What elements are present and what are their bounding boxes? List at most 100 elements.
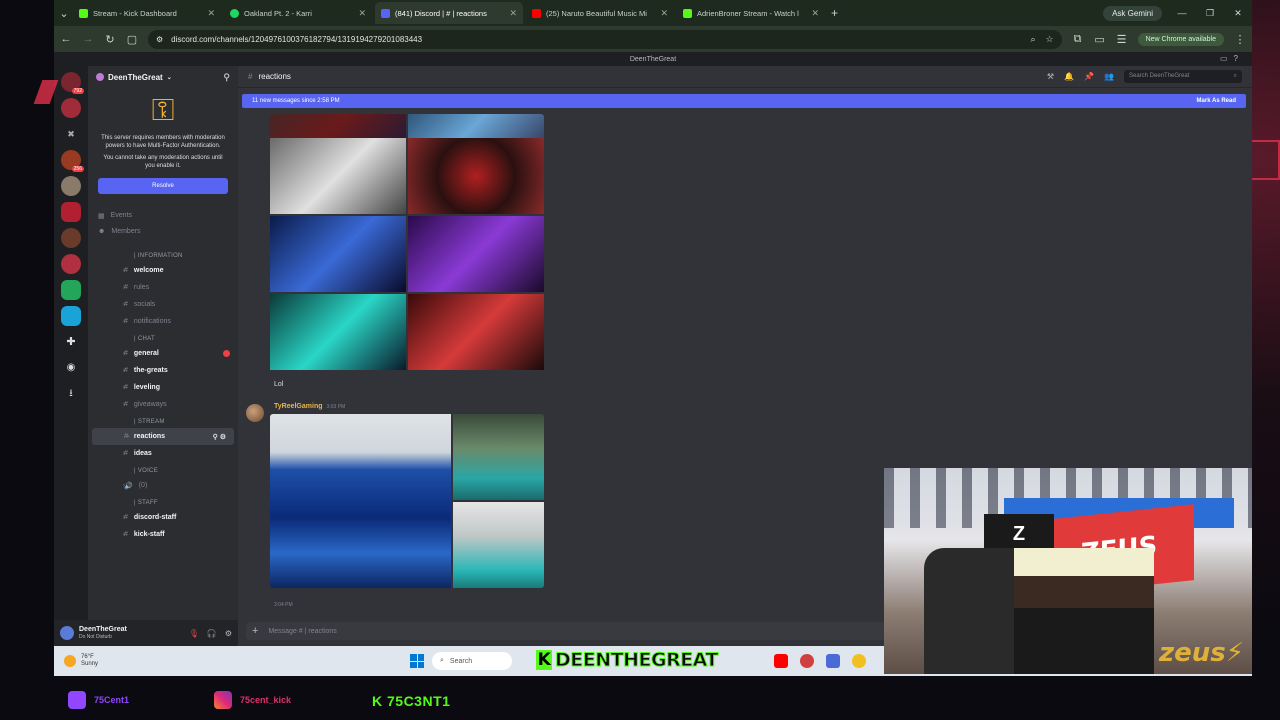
channel-kick-staff[interactable]: › # kick-staff [88,526,238,543]
channel-category[interactable]: | INFORMATION [88,247,238,262]
threads-icon[interactable]: ⚒ [1047,72,1054,81]
server-icon[interactable] [61,280,81,300]
weather-widget[interactable]: 76°F Sunny [64,654,98,668]
user-info[interactable]: DeenTheGreat Do Not Disturb [79,626,127,640]
grid-image[interactable] [453,414,544,500]
channel-the-greats[interactable]: › # the-greats [88,362,238,379]
server-header[interactable]: DeenTheGreat ⌄ ⚲ [88,66,238,88]
channel-ideas[interactable]: › # ideas [88,445,238,462]
grid-image[interactable] [270,216,406,292]
grid-image[interactable] [453,502,544,588]
channel-0[interactable]: › 🔊 (0) [88,477,238,494]
server-icon[interactable] [61,202,81,222]
back-icon[interactable]: ← [60,33,72,45]
url-field[interactable]: ⚙ discord.com/channels/12049761003761827… [148,29,1062,49]
close-icon[interactable]: ✕ [358,8,366,19]
extensions-icon[interactable]: ▢ [126,33,138,46]
forward-icon[interactable]: → [82,33,94,45]
headset-icon[interactable]: 🎧 [207,629,217,638]
grid-image[interactable] [270,294,406,370]
mfa-resolve-button[interactable]: Resolve [98,178,228,194]
youtube-app-icon[interactable] [774,654,788,668]
members-link[interactable]: ☻ Members [88,224,238,239]
close-icon[interactable]: ✕ [660,8,668,19]
bookmark-star-icon[interactable]: ☆ [1046,34,1054,45]
ask-gemini-button[interactable]: Ask Gemini [1103,5,1162,21]
grid-image[interactable] [408,294,544,370]
channel-notifications[interactable]: › # notifications [88,313,238,330]
notification-bell-icon[interactable]: 🔔 [1064,72,1074,81]
browser-tab-active[interactable]: (841) Discord | # | reactions ✕ [375,2,523,24]
new-tab-button[interactable]: + [831,6,838,20]
user-avatar[interactable] [60,626,74,640]
browser-tab[interactable]: Stream - Kick Dashboard ✕ [73,2,221,24]
settings-gear-icon[interactable]: ⚙ [225,629,232,638]
app-icon[interactable] [800,654,814,668]
message-author[interactable]: TyReelGaming 3:03 PM [274,403,345,410]
extension-puzzle-icon[interactable]: ⧉ [1072,33,1084,46]
close-icon[interactable]: ✕ [811,8,819,19]
author-avatar[interactable] [246,404,264,422]
attach-plus-icon[interactable]: + [252,625,258,637]
sidebar-icon[interactable]: ▭ [1094,33,1106,46]
member-list-icon[interactable]: 👥 [1104,72,1114,81]
server-icon-selected[interactable] [61,228,81,248]
new-messages-bar[interactable]: 11 new messages since 2:58 PM Mark As Re… [242,94,1246,108]
channel-rules[interactable]: › # rules [88,279,238,296]
add-server-icon[interactable]: ✚ [61,332,81,352]
invite-user-icon[interactable]: ⚲ [223,72,230,83]
grid-image[interactable] [270,138,406,214]
channel-giveaways[interactable]: › # giveaways [88,396,238,413]
server-icon[interactable]: ✖ [61,124,81,144]
chrome-app-icon[interactable] [852,654,866,668]
app-icon[interactable] [826,654,840,668]
browser-tab[interactable]: AdrienBroner Stream - Watch l ✕ [677,2,825,24]
server-icon[interactable]: 256 [61,150,84,172]
profile-icon[interactable]: ☰ [1116,33,1128,46]
maximize-icon[interactable]: ❐ [1196,8,1224,19]
close-icon[interactable]: ✕ [207,8,215,19]
channel-general[interactable]: › # general [88,345,238,362]
update-chrome-button[interactable]: New Chrome available [1137,32,1224,46]
taskbar-center: ⌕ Search [410,652,512,670]
grid-image[interactable] [408,138,544,214]
windows-start-icon[interactable] [410,654,424,668]
channel-socials[interactable]: › # socials [88,296,238,313]
channel-reactions[interactable]: › # reactions ⚲ ⚙ [92,428,234,445]
close-icon[interactable]: ✕ [509,8,517,19]
server-icon[interactable]: 792 [61,72,84,94]
channel-leveling[interactable]: › # leveling [88,379,238,396]
browser-tab[interactable]: (25) Naruto Beautiful Music Mi ✕ [526,2,674,24]
channel-category[interactable]: | CHAT [88,330,238,345]
tab-search-icon[interactable]: ⌄ [58,7,70,20]
taskbar-search[interactable]: ⌕ Search [432,652,512,670]
zoom-icon[interactable]: ⌕ [1030,34,1035,45]
channel-discord-staff[interactable]: › # discord-staff [88,509,238,526]
image-grid-attachment[interactable] [270,114,544,376]
grid-image[interactable] [408,216,544,292]
mute-mic-icon[interactable]: 🎙 [189,629,199,638]
server-icon[interactable] [61,176,81,196]
channel-category[interactable]: | VOICE [88,462,238,477]
channel-settings-icon[interactable]: ⚲ ⚙ [213,433,226,441]
discover-compass-icon[interactable]: ◉ [61,358,81,378]
events-link[interactable]: ▦ Events [88,208,238,224]
kebab-menu-icon[interactable]: ⋮ [1234,33,1246,46]
channel-category[interactable]: | STREAM [88,413,238,428]
floor-images-attachment[interactable] [270,414,544,588]
reload-icon[interactable]: ↻ [104,33,116,46]
pin-icon[interactable]: 📌 [1084,72,1094,81]
mark-as-read-button[interactable]: Mark As Read [1197,98,1236,104]
browser-tab[interactable]: Oakland Pt. 2 - Karri ✕ [224,2,372,24]
channel-welcome[interactable]: › # welcome [88,262,238,279]
search-input[interactable]: Search DeenTheGreat ⌕ [1124,70,1242,83]
server-icon[interactable] [61,254,81,274]
server-icon[interactable] [61,98,81,118]
grid-image[interactable] [270,414,451,588]
server-icon[interactable] [61,306,81,326]
site-info-icon[interactable]: ⚙ [156,35,163,44]
minimize-icon[interactable]: — [1168,8,1196,18]
channel-category[interactable]: | STAFF [88,494,238,509]
close-window-icon[interactable]: ✕ [1224,8,1252,19]
download-icon[interactable]: ⭳ [61,384,81,404]
